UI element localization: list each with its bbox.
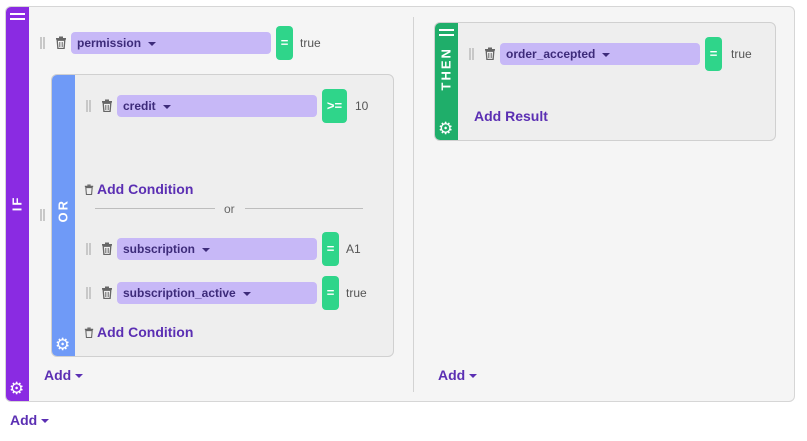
field-select-label: order_accepted — [506, 47, 596, 61]
operator-select[interactable]: >= — [322, 89, 347, 123]
caret-down-icon — [242, 291, 251, 296]
or-bar: OR ⚙ — [52, 75, 75, 356]
add-condition-button[interactable]: Add Condition — [84, 181, 193, 198]
caret-down-icon — [162, 104, 171, 109]
field-select[interactable]: subscription_active — [117, 282, 317, 304]
if-add-button[interactable]: Add — [44, 367, 84, 383]
hamburger-icon[interactable] — [10, 13, 25, 24]
caret-down-icon — [148, 41, 157, 46]
trash-icon — [84, 325, 94, 341]
trash-icon[interactable] — [101, 286, 113, 299]
gear-icon[interactable]: ⚙ — [9, 380, 24, 397]
condition-value[interactable]: 10 — [355, 99, 368, 113]
operator-select[interactable]: = — [322, 232, 339, 266]
drag-handle-icon[interactable] — [469, 48, 474, 60]
condition-value[interactable]: true — [300, 36, 321, 50]
trash-icon — [84, 182, 94, 198]
if-add-label: Add — [44, 367, 72, 383]
field-select[interactable]: credit — [117, 95, 317, 117]
then-add-button[interactable]: Add — [438, 367, 478, 383]
then-add-label: Add — [438, 367, 466, 383]
divider-line — [95, 208, 215, 209]
add-result-button[interactable]: Add Result — [474, 108, 548, 124]
drag-handle-icon[interactable] — [86, 100, 91, 112]
field-select-label: subscription — [123, 242, 196, 256]
trash-icon[interactable] — [55, 36, 67, 49]
rule-card: IF ⚙ permission = true OR ⚙ credit >= 10… — [5, 6, 795, 402]
field-select[interactable]: permission — [71, 32, 271, 54]
then-card: THEN ⚙ order_accepted = true Add Result — [434, 22, 776, 141]
hamburger-icon[interactable] — [439, 29, 454, 40]
operator-select[interactable]: = — [322, 276, 339, 310]
root-add-button[interactable]: Add — [10, 412, 50, 428]
condition-value[interactable]: A1 — [346, 242, 361, 256]
drag-handle-icon[interactable] — [40, 37, 45, 49]
trash-icon[interactable] — [101, 242, 113, 255]
operator-select[interactable]: = — [276, 26, 293, 60]
drag-handle-icon[interactable] — [86, 243, 91, 255]
or-group: OR ⚙ credit >= 10 Add Condition or subsc… — [51, 74, 394, 357]
caret-down-icon — [75, 374, 84, 379]
then-label: THEN — [438, 47, 454, 91]
or-label: OR — [55, 199, 71, 223]
drag-handle-icon[interactable] — [86, 287, 91, 299]
gear-icon[interactable]: ⚙ — [438, 120, 453, 137]
caret-down-icon — [202, 247, 211, 252]
field-select-label: subscription_active — [123, 286, 236, 300]
trash-icon[interactable] — [484, 47, 496, 60]
trash-icon[interactable] — [101, 99, 113, 112]
add-condition-label: Add Condition — [97, 324, 194, 340]
or-divider-text: or — [224, 202, 235, 216]
result-value[interactable]: true — [731, 47, 752, 61]
if-bar: IF ⚙ — [6, 7, 29, 401]
field-select-label: credit — [123, 99, 156, 113]
caret-down-icon — [469, 374, 478, 379]
column-divider — [413, 17, 414, 392]
add-condition-label: Add Condition — [97, 181, 194, 197]
caret-down-icon — [41, 419, 50, 424]
field-select-label: permission — [77, 36, 142, 50]
result-field-select[interactable]: order_accepted — [500, 43, 700, 65]
caret-down-icon — [602, 52, 611, 57]
root-add-label: Add — [10, 412, 38, 428]
drag-handle-icon[interactable] — [40, 209, 45, 221]
if-label: IF — [9, 195, 25, 212]
gear-icon[interactable]: ⚙ — [55, 336, 70, 353]
then-bar: THEN ⚙ — [435, 23, 458, 140]
condition-value[interactable]: true — [346, 286, 367, 300]
operator-select[interactable]: = — [705, 37, 722, 71]
divider-line — [245, 208, 363, 209]
add-condition-button[interactable]: Add Condition — [84, 324, 193, 341]
field-select[interactable]: subscription — [117, 238, 317, 260]
